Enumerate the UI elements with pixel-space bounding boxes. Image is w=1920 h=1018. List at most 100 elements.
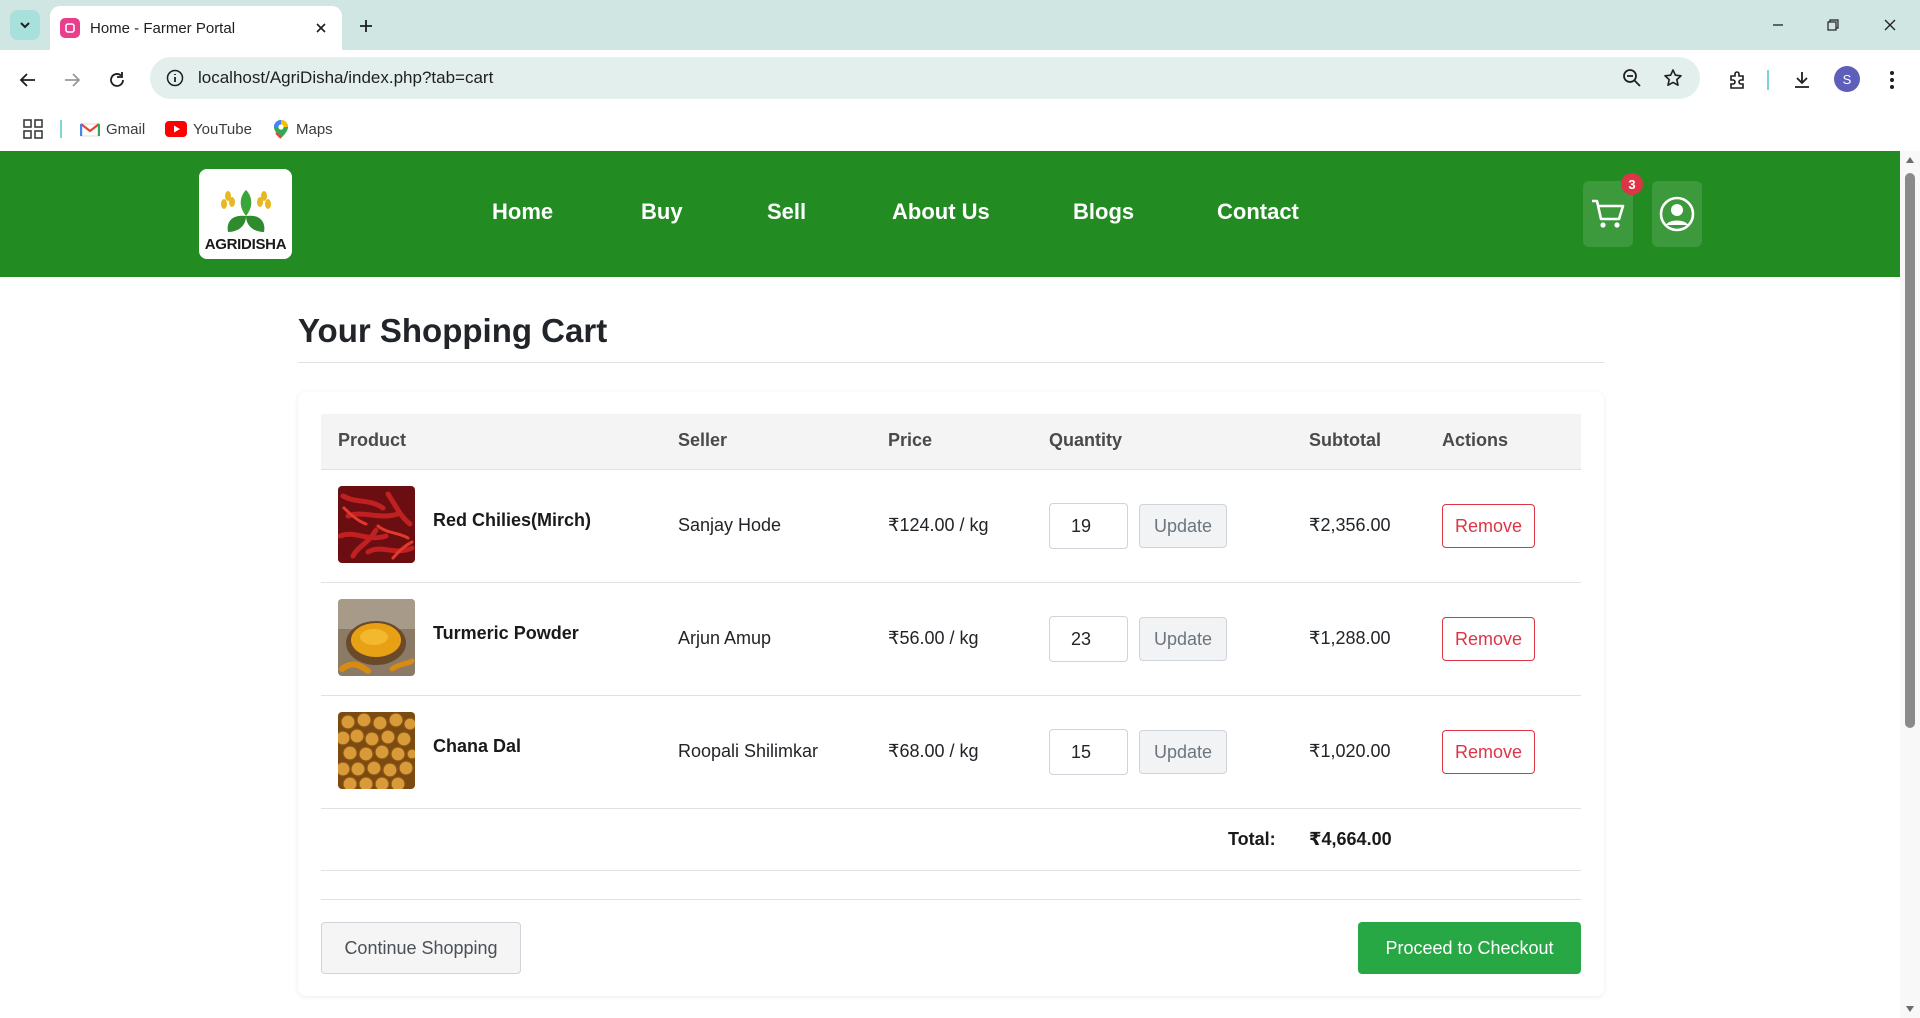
- unit-price: ₹124.00 / kg: [888, 515, 989, 535]
- remove-button[interactable]: Remove: [1442, 730, 1535, 774]
- column-header-quantity: Quantity: [1049, 430, 1123, 450]
- divider: [298, 362, 1604, 363]
- product-image-chana-dal: [338, 712, 415, 789]
- bookmark-youtube[interactable]: YouTube: [165, 118, 252, 140]
- site-info-icon[interactable]: [166, 69, 184, 87]
- table-row: Red Chilies(Mirch) Sanjay Hode ₹124.00 /…: [321, 470, 1581, 583]
- bookmarks-divider: [60, 120, 62, 138]
- column-header-actions: Actions: [1442, 430, 1509, 450]
- apps-grid-icon[interactable]: [22, 118, 44, 140]
- chevron-down-icon: [20, 22, 30, 29]
- bookmarks-bar: Gmail YouTube Maps: [0, 108, 1920, 150]
- browser-tab-active[interactable]: Home - Farmer Portal: [50, 6, 342, 50]
- bookmark-label: Maps: [296, 120, 333, 138]
- row-subtotal: ₹1,020.00: [1309, 741, 1391, 761]
- site-logo[interactable]: AGRIDISHA: [199, 169, 292, 259]
- quantity-input[interactable]: 23: [1049, 616, 1128, 662]
- proceed-to-checkout-button[interactable]: Proceed to Checkout: [1358, 922, 1581, 974]
- minimize-icon: [1773, 24, 1783, 26]
- youtube-icon: [165, 121, 187, 137]
- scrollbar-thumb[interactable]: [1905, 173, 1915, 728]
- scroll-up-icon[interactable]: [1905, 155, 1915, 165]
- plus-icon: [360, 20, 372, 32]
- column-header-seller: Seller: [678, 430, 728, 450]
- maps-icon: [274, 120, 288, 139]
- continue-shopping-button[interactable]: Continue Shopping: [321, 922, 521, 974]
- seller-name: Roopali Shilimkar: [678, 741, 819, 761]
- cart-total-row: Total: ₹4,664.00: [321, 809, 1581, 871]
- scroll-down-icon[interactable]: [1905, 1004, 1915, 1014]
- back-button[interactable]: [12, 64, 44, 96]
- quantity-input[interactable]: 19: [1049, 503, 1128, 549]
- table-row: Chana Dal Roopali Shilimkar ₹68.00 / kg …: [321, 696, 1581, 809]
- browser-tabstrip: Home - Farmer Portal: [0, 0, 1920, 50]
- browser-toolbar: localhost/AgriDisha/index.php?tab=cart S: [0, 50, 1920, 108]
- row-subtotal: ₹2,356.00: [1309, 515, 1391, 535]
- column-header-price: Price: [888, 430, 933, 450]
- column-header-subtotal: Subtotal: [1309, 430, 1381, 450]
- remove-button[interactable]: Remove: [1442, 617, 1535, 661]
- bookmark-label: Gmail: [106, 120, 146, 138]
- product-name: Chana Dal: [433, 736, 522, 756]
- tab-search-button[interactable]: [10, 10, 40, 40]
- nav-blogs[interactable]: Blogs: [1073, 199, 1134, 225]
- bookmark-maps[interactable]: Maps: [272, 118, 333, 140]
- product-image-red-chilies: [338, 486, 415, 563]
- profile-avatar[interactable]: S: [1834, 66, 1860, 92]
- nav-about-us[interactable]: About Us: [892, 199, 990, 225]
- bookmark-star-icon[interactable]: [1661, 66, 1685, 90]
- bookmark-label: YouTube: [193, 120, 252, 138]
- reload-icon: [110, 72, 124, 87]
- remove-button[interactable]: Remove: [1442, 504, 1535, 548]
- bookmark-gmail[interactable]: Gmail: [80, 118, 145, 140]
- tab-title: Home - Farmer Portal: [90, 19, 236, 37]
- unit-price: ₹68.00 / kg: [888, 741, 979, 761]
- quantity-input[interactable]: 15: [1049, 729, 1128, 775]
- new-tab-button[interactable]: [352, 12, 380, 40]
- column-header-product: Product: [338, 430, 407, 450]
- minimize-button[interactable]: [1758, 10, 1798, 40]
- nav-buy[interactable]: Buy: [641, 199, 683, 225]
- tab-close-icon[interactable]: [310, 17, 332, 39]
- update-button[interactable]: Update: [1139, 617, 1227, 661]
- cart-table-header: Product Seller Price Quantity Subtotal A…: [321, 414, 1581, 470]
- seller-name: Arjun Amup: [678, 628, 772, 648]
- logo-text: AGRIDISHA: [204, 236, 287, 253]
- close-window-button[interactable]: [1870, 10, 1910, 40]
- unit-price: ₹56.00 / kg: [888, 628, 979, 648]
- extensions-icon[interactable]: [1721, 64, 1753, 96]
- update-button[interactable]: Update: [1139, 730, 1227, 774]
- divider: [321, 899, 1581, 900]
- cart-count-badge: 3: [1621, 173, 1643, 195]
- page-title: Your Shopping Cart: [298, 312, 608, 349]
- site-favicon-icon: [60, 18, 80, 38]
- restore-button[interactable]: [1813, 10, 1853, 40]
- table-row: Turmeric Powder Arjun Amup ₹56.00 / kg 2…: [321, 583, 1581, 696]
- total-label: Total:: [1228, 829, 1276, 849]
- nav-home[interactable]: Home: [492, 199, 553, 225]
- close-icon: [1884, 19, 1896, 31]
- total-value: ₹4,664.00: [1309, 829, 1392, 849]
- update-button[interactable]: Update: [1139, 504, 1227, 548]
- downloads-icon[interactable]: [1786, 64, 1818, 96]
- shopping-cart-icon: [1592, 199, 1625, 228]
- forward-button[interactable]: [56, 64, 88, 96]
- product-name: Turmeric Powder: [433, 623, 579, 643]
- site-header: AGRIDISHA Home Buy Sell About Us Blogs C…: [0, 151, 1900, 277]
- row-subtotal: ₹1,288.00: [1309, 628, 1391, 648]
- account-button[interactable]: [1652, 181, 1702, 247]
- url-text[interactable]: localhost/AgriDisha/index.php?tab=cart: [198, 68, 493, 88]
- reload-button[interactable]: [101, 64, 133, 96]
- more-menu-icon[interactable]: [1876, 64, 1908, 96]
- toolbar-divider: [1767, 70, 1769, 90]
- address-bar[interactable]: localhost/AgriDisha/index.php?tab=cart: [150, 57, 1700, 99]
- zoom-icon[interactable]: [1620, 66, 1644, 90]
- gmail-icon: [80, 122, 100, 136]
- seller-name: Sanjay Hode: [678, 515, 782, 535]
- product-name: Red Chilies(Mirch): [433, 510, 592, 530]
- nav-contact[interactable]: Contact: [1217, 199, 1299, 225]
- arrow-right-icon: [65, 73, 81, 87]
- page-scrollbar[interactable]: [1900, 151, 1920, 1018]
- wheat-leaf-logo-icon: [220, 190, 271, 232]
- nav-sell[interactable]: Sell: [767, 199, 806, 225]
